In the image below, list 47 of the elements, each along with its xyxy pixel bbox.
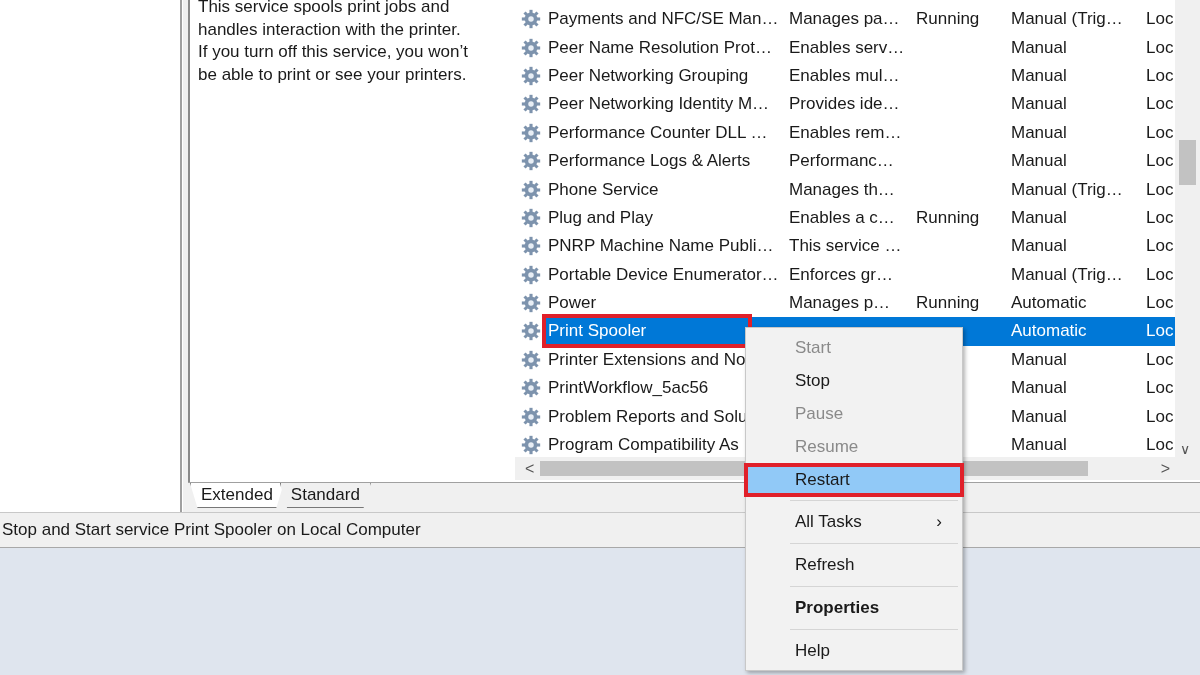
log-on-as: Loc <box>1146 406 1174 426</box>
startup-type: Automatic <box>1011 293 1087 313</box>
log-on-as: Loc <box>1146 122 1174 142</box>
startup-type: Manual <box>1011 435 1067 455</box>
service-description-cell: Manages pa… <box>789 9 900 29</box>
startup-type: Manual <box>1011 406 1067 426</box>
log-on-as: Loc <box>1146 321 1174 341</box>
service-description-cell: Manages th… <box>789 179 895 199</box>
service-description-cell: Provides ide… <box>789 94 900 114</box>
log-on-as: Loc <box>1146 435 1174 455</box>
startup-type: Manual <box>1011 37 1067 57</box>
service-description-cell: Enables rem… <box>789 122 902 142</box>
log-on-as: Loc <box>1146 9 1174 29</box>
service-description-cell: Enforces gr… <box>789 264 893 284</box>
log-on-as: Loc <box>1146 94 1174 114</box>
startup-type: Manual (Trig… <box>1011 264 1123 284</box>
log-on-as: Loc <box>1146 179 1174 199</box>
service-description: This service spools print jobs and handles interaction with the printer. If you turn off this service, you won’t be able to print or see your printers. <box>198 0 469 86</box>
startup-type: Manual <box>1011 151 1067 171</box>
service-status: Running <box>916 293 980 313</box>
service-description-cell: Performanc… <box>789 151 894 171</box>
log-on-as: Loc <box>1146 151 1174 171</box>
startup-type: Manual (Trig… <box>1011 9 1123 29</box>
log-on-as: Loc <box>1146 293 1174 313</box>
service-description-cell: Manages p… <box>789 293 891 313</box>
startup-type: Manual <box>1011 378 1067 398</box>
startup-type: Manual <box>1011 207 1067 227</box>
log-on-as: Loc <box>1146 264 1174 284</box>
startup-type: Manual <box>1011 236 1067 256</box>
service-description-cell: This service … <box>789 236 902 256</box>
startup-type: Manual <box>1011 349 1067 369</box>
log-on-as: Loc <box>1146 349 1174 369</box>
service-description-cell: Enables serv… <box>789 37 905 57</box>
log-on-as: Loc <box>1146 65 1174 85</box>
startup-type: Automatic <box>1011 321 1087 341</box>
log-on-as: Loc <box>1146 378 1174 398</box>
startup-type: Manual <box>1011 94 1067 114</box>
log-on-as: Loc <box>1146 37 1174 57</box>
log-on-as: Loc <box>1146 207 1174 227</box>
startup-type: Manual <box>1011 122 1067 142</box>
service-description-cell: Enables a c… <box>789 207 895 227</box>
service-status: Running <box>916 9 980 29</box>
service-status: Running <box>916 207 980 227</box>
startup-type: Manual (Trig… <box>1011 179 1123 199</box>
log-on-as: Loc <box>1146 236 1174 256</box>
startup-type: Manual <box>1011 65 1067 85</box>
service-description-cell: Enables mul… <box>789 65 900 85</box>
